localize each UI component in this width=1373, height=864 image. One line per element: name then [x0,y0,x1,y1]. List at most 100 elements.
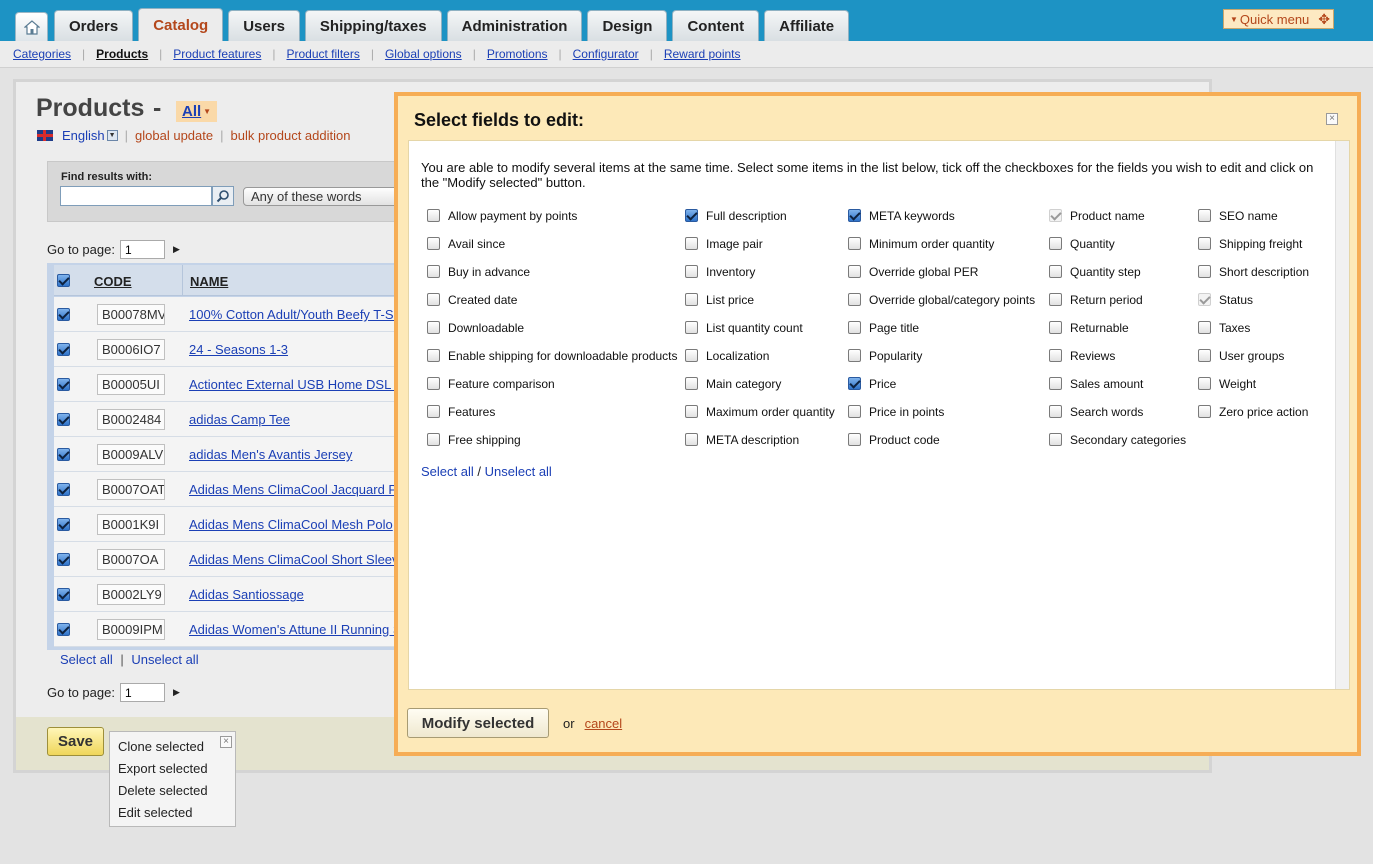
field-checkbox[interactable] [1049,237,1062,250]
field-checkbox[interactable] [427,433,440,446]
modify-selected-button[interactable]: Modify selected [407,708,549,738]
field-checkbox[interactable] [1198,209,1211,222]
product-code-field[interactable]: B0001K9I [97,514,165,535]
field-checkbox[interactable] [848,433,861,446]
move-icon[interactable]: ✥ [1318,11,1330,28]
field-checkbox[interactable] [427,405,440,418]
product-name-link[interactable]: Adidas Santiossage [189,587,304,602]
select-all-link[interactable]: Select all [60,652,113,667]
field-checkbox[interactable] [848,209,861,222]
field-checkbox[interactable] [685,265,698,278]
product-code-field[interactable]: B0009ALV [97,444,165,465]
field-checkbox[interactable] [1198,405,1211,418]
row-checkbox[interactable] [57,343,70,356]
field-checkbox[interactable] [848,237,861,250]
subnav-product-filters[interactable]: Product filters [286,47,359,61]
field-checkbox[interactable] [427,237,440,250]
close-icon[interactable]: × [220,736,232,748]
field-checkbox[interactable] [427,321,440,334]
product-name-link[interactable]: 24 - Seasons 1-3 [189,342,288,357]
field-checkbox[interactable] [848,321,861,334]
product-code-field[interactable]: B0002LY9 [97,584,165,605]
field-checkbox[interactable] [1198,349,1211,362]
product-code-field[interactable]: B0007OA [97,549,165,570]
subnav-configurator[interactable]: Configurator [573,47,639,61]
subnav-global-options[interactable]: Global options [385,47,462,61]
field-checkbox[interactable] [848,293,861,306]
field-checkbox[interactable] [685,293,698,306]
field-checkbox[interactable] [685,209,698,222]
field-checkbox[interactable] [685,377,698,390]
tab-administration[interactable]: Administration [446,10,583,41]
row-checkbox[interactable] [57,413,70,426]
field-checkbox[interactable] [685,349,698,362]
row-checkbox[interactable] [57,623,70,636]
save-button[interactable]: Save [47,727,104,756]
field-checkbox[interactable] [685,433,698,446]
row-checkbox[interactable] [57,448,70,461]
field-checkbox[interactable] [848,405,861,418]
field-checkbox[interactable] [685,237,698,250]
bulk-product-addition-link[interactable]: bulk product addition [231,128,351,143]
home-tab[interactable] [15,12,48,41]
goto-page-input[interactable] [119,240,165,259]
field-checkbox[interactable] [685,405,698,418]
product-code-field[interactable]: B00078MV [97,304,165,325]
menu-item-clone-selected[interactable]: Clone selected [110,738,235,760]
product-code-field[interactable]: B0006IO7 [97,339,165,360]
goto-page-input[interactable] [119,683,165,702]
row-checkbox[interactable] [57,588,70,601]
modal-select-all-link[interactable]: Select all [421,464,474,479]
column-header-code[interactable]: CODE [94,274,132,289]
field-checkbox[interactable] [848,377,861,390]
subnav-categories[interactable]: Categories [13,47,71,61]
cancel-link[interactable]: cancel [585,716,623,731]
search-button[interactable] [212,186,234,206]
product-code-field[interactable]: B0002484 [97,409,165,430]
field-checkbox[interactable] [427,293,440,306]
field-checkbox[interactable] [1049,405,1062,418]
product-code-field[interactable]: B0009IPM [97,619,165,640]
field-checkbox[interactable] [848,265,861,278]
row-checkbox[interactable] [57,308,70,321]
product-code-field[interactable]: B0007OAT [97,479,165,500]
field-checkbox[interactable] [1049,349,1062,362]
subnav-promotions[interactable]: Promotions [487,47,548,61]
tab-shipping-taxes[interactable]: Shipping/taxes [304,10,442,41]
global-update-link[interactable]: global update [135,128,213,143]
subnav-product-features[interactable]: Product features [173,47,261,61]
menu-item-delete-selected[interactable]: Delete selected [110,782,235,804]
field-checkbox[interactable] [685,321,698,334]
select-all-checkbox[interactable] [57,274,70,287]
field-checkbox[interactable] [1049,433,1062,446]
menu-item-export-selected[interactable]: Export selected [110,760,235,782]
tab-orders[interactable]: Orders [54,10,134,41]
field-checkbox[interactable] [427,209,440,222]
field-checkbox[interactable] [1049,293,1062,306]
product-name-link[interactable]: Adidas Mens ClimaCool Jacquard Polo [189,482,414,497]
field-checkbox[interactable] [1049,265,1062,278]
product-code-field[interactable]: B00005UI [97,374,165,395]
menu-item-edit-selected[interactable]: Edit selected [110,804,235,826]
modal-unselect-all-link[interactable]: Unselect all [485,464,552,479]
row-checkbox[interactable] [57,483,70,496]
field-checkbox[interactable] [427,265,440,278]
next-page-icon[interactable]: ▶ [173,244,180,255]
chevron-down-icon[interactable]: ▼ [106,130,118,141]
row-checkbox[interactable] [57,378,70,391]
row-checkbox[interactable] [57,518,70,531]
row-checkbox[interactable] [57,553,70,566]
field-checkbox[interactable] [1198,321,1211,334]
search-input[interactable] [60,186,212,206]
field-checkbox[interactable] [1198,377,1211,390]
product-name-link[interactable]: 100% Cotton Adult/Youth Beefy T-Shirt [189,307,412,322]
field-checkbox[interactable] [1049,377,1062,390]
product-name-link[interactable]: adidas Men's Avantis Jersey [189,447,352,462]
field-checkbox[interactable] [848,349,861,362]
tab-design[interactable]: Design [587,10,668,41]
field-checkbox[interactable] [427,349,440,362]
product-name-link[interactable]: adidas Camp Tee [189,412,290,427]
column-header-name[interactable]: NAME [182,265,228,296]
next-page-icon[interactable]: ▶ [173,687,180,698]
subnav-products[interactable]: Products [96,47,148,61]
